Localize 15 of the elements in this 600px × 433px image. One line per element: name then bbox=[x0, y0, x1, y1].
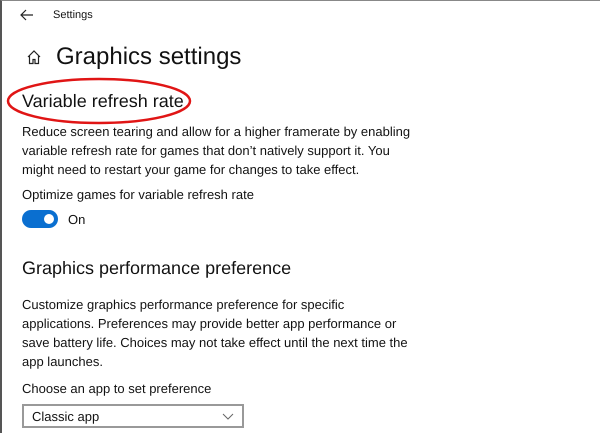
back-button[interactable] bbox=[20, 9, 34, 21]
dropdown-value: Classic app bbox=[32, 408, 100, 424]
description-text: Customize graphics performance preference for specific applications. Preferences may provide better app performance or save battery life. Choices may not take effect until the next time the app launches. bbox=[22, 296, 409, 371]
description-text: Reduce screen tearing and allow for a higher framerate by enabling variable refresh rate for games that don’t natively support it. You might need to restart your game for changes to take effect. bbox=[22, 123, 412, 179]
window-title: Settings bbox=[53, 9, 93, 21]
app-dropdown[interactable]: Classic app bbox=[22, 404, 244, 428]
chevron-icon bbox=[222, 412, 234, 420]
toggle-switch[interactable] bbox=[22, 210, 58, 228]
dropdown-label: Choose an app to set preference bbox=[22, 381, 212, 396]
page-title: Graphics settings bbox=[56, 43, 242, 71]
toggle-state: On bbox=[68, 212, 86, 226]
toggle-label: Optimize games for variable refresh rate bbox=[22, 187, 255, 202]
home-icon[interactable] bbox=[26, 49, 42, 65]
section-heading: Graphics performance preference bbox=[21, 258, 292, 279]
section-heading: Variable refresh rate bbox=[21, 91, 185, 112]
